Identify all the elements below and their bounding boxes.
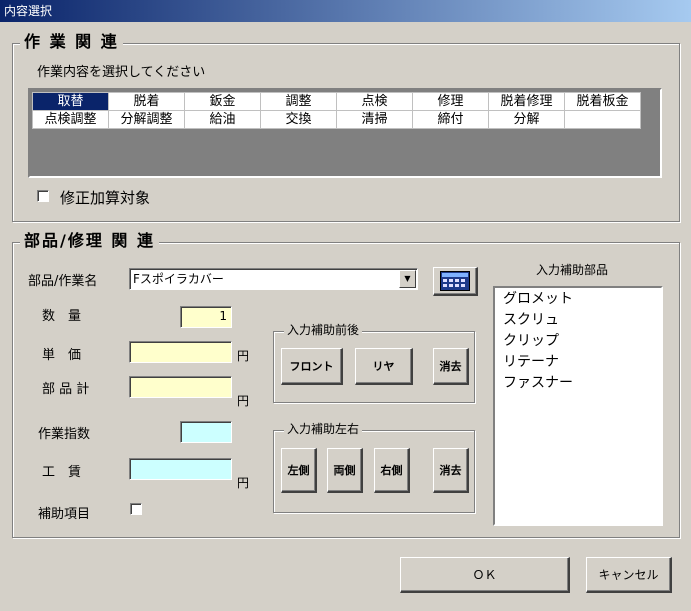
ok-button[interactable]: ＯＫ xyxy=(400,557,570,593)
work-instruction: 作業内容を選択してください xyxy=(37,65,206,80)
labor-label: 工 賃 xyxy=(42,465,82,480)
work-grid-cell[interactable]: 鈑金 xyxy=(184,92,261,111)
work-grid-cell[interactable]: 分解調整 xyxy=(108,110,185,129)
parts-total-label: 部 品 計 xyxy=(42,382,90,397)
work-grid-cell[interactable]: 取替 xyxy=(32,92,109,111)
list-item[interactable]: グロメット xyxy=(495,289,661,310)
work-grid-cell[interactable] xyxy=(564,110,641,129)
parts-group-title: 部品/修理 関 連 xyxy=(20,232,159,250)
unit-price-label: 単 価 xyxy=(42,348,82,363)
front-rear-clear-button[interactable]: 消去 xyxy=(433,348,469,385)
window-title: 内容選択 xyxy=(4,4,53,18)
parts-total-input[interactable] xyxy=(129,376,232,398)
both-sides-button[interactable]: 両側 xyxy=(327,448,363,493)
list-item[interactable]: ファスナー xyxy=(495,373,661,394)
correction-label: 修正加算対象 xyxy=(60,189,151,207)
work-grid-cell[interactable]: 修理 xyxy=(412,92,489,111)
unit-price-input[interactable] xyxy=(129,341,232,363)
cancel-button[interactable]: キャンセル xyxy=(586,557,672,593)
part-name-combo[interactable]: Fスポイラカバー ▼ xyxy=(129,268,418,290)
work-group-title: 作 業 関 連 xyxy=(20,33,123,51)
aux-parts-title: 入力補助部品 xyxy=(536,263,609,277)
work-grid-row: 点検調整 分解調整 給油 交換 清掃 締付 分解 xyxy=(32,110,641,129)
front-button[interactable]: フロント xyxy=(281,348,343,385)
parts-total-yen: 円 xyxy=(237,394,250,408)
left-right-title: 入力補助左右 xyxy=(284,422,363,436)
chevron-down-icon[interactable]: ▼ xyxy=(399,270,416,288)
aux-parts-list[interactable]: グロメット スクリュ クリップ リテーナ ファスナー xyxy=(493,286,663,526)
right-side-button[interactable]: 右側 xyxy=(374,448,410,493)
quantity-label: 数 量 xyxy=(42,309,82,324)
work-grid-cell[interactable]: 点検調整 xyxy=(32,110,109,129)
calculator-icon xyxy=(440,271,470,291)
work-grid-cell[interactable]: 給油 xyxy=(184,110,261,129)
unit-price-yen: 円 xyxy=(237,349,250,363)
work-grid-cell[interactable]: 点検 xyxy=(336,92,413,111)
part-name-value: Fスポイラカバー xyxy=(133,272,224,286)
work-grid-cell[interactable]: 清掃 xyxy=(336,110,413,129)
work-grid-cell[interactable]: 脱着 xyxy=(108,92,185,111)
list-item[interactable]: クリップ xyxy=(495,331,661,352)
labor-yen: 円 xyxy=(237,476,250,490)
work-grid[interactable]: 取替 脱着 鈑金 調整 点検 修理 脱着修理 脱着板金 点検調整 分解調整 給油 交換 清掃 締付 分解 xyxy=(28,88,662,178)
work-grid-cell[interactable]: 分解 xyxy=(488,110,565,129)
work-grid-cell[interactable]: 脱着修理 xyxy=(488,92,565,111)
labor-input[interactable] xyxy=(129,458,232,480)
work-grid-cell[interactable]: 脱着板金 xyxy=(564,92,641,111)
left-side-button[interactable]: 左側 xyxy=(281,448,317,493)
front-rear-title: 入力補助前後 xyxy=(284,323,363,337)
work-grid-row: 取替 脱着 鈑金 調整 点検 修理 脱着修理 脱着板金 xyxy=(32,92,641,111)
part-name-label: 部品/作業名 xyxy=(28,274,98,289)
aux-item-checkbox[interactable] xyxy=(130,503,142,515)
work-index-input[interactable] xyxy=(180,421,232,443)
window-titlebar: 内容選択 xyxy=(0,0,691,22)
list-item[interactable]: スクリュ xyxy=(495,310,661,331)
work-index-label: 作業指数 xyxy=(38,427,91,442)
quantity-input[interactable]: 1 xyxy=(180,306,232,328)
work-grid-cell[interactable]: 調整 xyxy=(260,92,337,111)
aux-item-label: 補助項目 xyxy=(38,507,91,522)
calculator-button[interactable] xyxy=(433,267,478,296)
left-right-clear-button[interactable]: 消去 xyxy=(433,448,469,493)
rear-button[interactable]: リヤ xyxy=(355,348,413,385)
work-grid-cell[interactable]: 締付 xyxy=(412,110,489,129)
work-grid-cell[interactable]: 交換 xyxy=(260,110,337,129)
correction-checkbox[interactable] xyxy=(37,190,49,202)
work-grid-table: 取替 脱着 鈑金 調整 点検 修理 脱着修理 脱着板金 点検調整 分解調整 給油 交換 清掃 締付 分解 xyxy=(32,92,641,129)
list-item[interactable]: リテーナ xyxy=(495,352,661,373)
